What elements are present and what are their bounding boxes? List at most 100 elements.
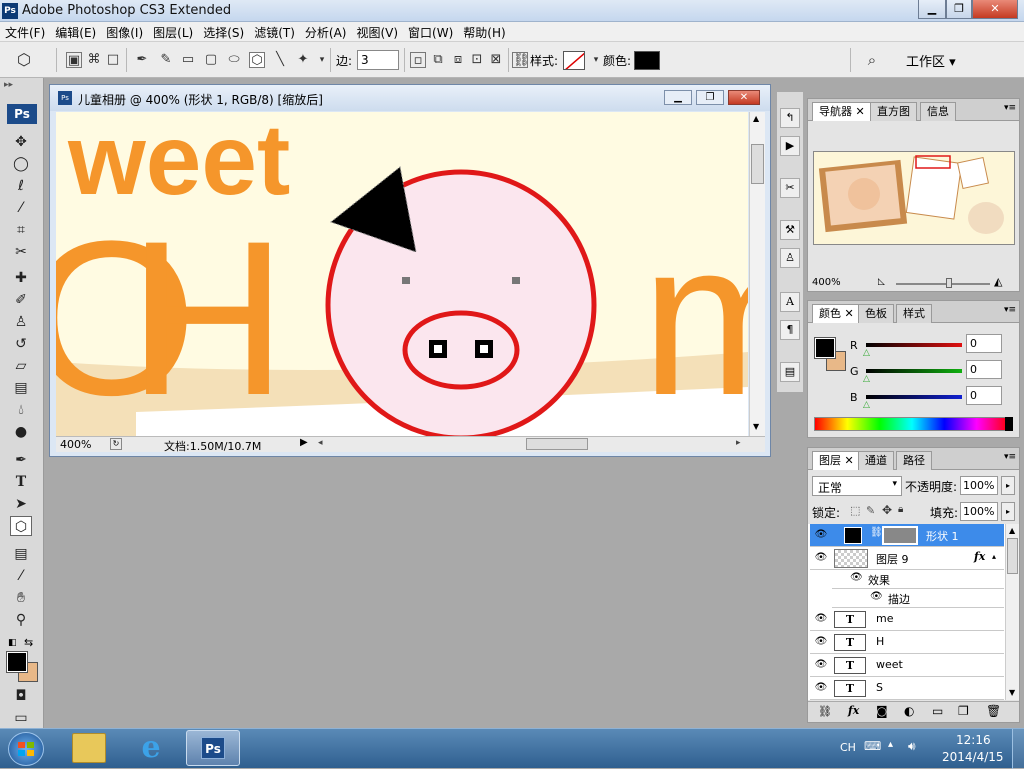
delete-layer-icon[interactable]: 🗑︎: [986, 704, 1001, 718]
path-selection-icon[interactable]: ➤: [10, 494, 32, 514]
menu-select[interactable]: 选择(S): [198, 22, 249, 43]
taskbar-photoshop-button[interactable]: Ps: [186, 730, 240, 766]
navigator-zoom-value[interactable]: 400%: [812, 277, 841, 288]
lock-all-icon[interactable]: 🔒︎: [898, 504, 903, 515]
move-tool-icon[interactable]: ✥: [10, 132, 32, 152]
visibility-eye-icon[interactable]: 👁︎: [814, 529, 828, 541]
blend-mode-select[interactable]: 正常 ▾: [812, 476, 902, 496]
document-title-bar[interactable]: Ps 儿童相册 @ 400% (形状 1, RGB/8) [缩放后] ▁ ❐ ✕: [50, 85, 770, 111]
text-layer-icon[interactable]: T: [834, 680, 866, 697]
layer-row-shape-1[interactable]: 👁︎ ⛓ 形状 1: [810, 524, 1004, 547]
color-panel-foreground-swatch[interactable]: [814, 337, 836, 359]
brushes-panel-icon[interactable]: ⚒: [780, 220, 800, 240]
polygon-shape-icon[interactable]: ⬡: [249, 52, 265, 68]
marquee-tool-icon[interactable]: ◯: [10, 154, 32, 174]
actions-panel-icon[interactable]: ▶: [780, 136, 800, 156]
blur-tool-icon[interactable]: 💧︎: [10, 400, 32, 420]
lock-position-icon[interactable]: ✥: [882, 503, 892, 517]
menu-filter[interactable]: 滤镜(T): [249, 22, 300, 43]
layer-effects-fx-icon[interactable]: fx: [974, 550, 985, 563]
layer-name[interactable]: me: [876, 612, 893, 625]
internet-explorer-icon[interactable]: e: [134, 731, 168, 765]
red-slider-thumb-icon[interactable]: △: [863, 348, 870, 358]
create-new-shape-icon[interactable]: ▫: [410, 52, 426, 68]
layer-row-me[interactable]: 👁︎ T me: [810, 608, 1004, 631]
visibility-eye-icon[interactable]: 👁︎: [814, 552, 828, 564]
intersect-shape-icon[interactable]: ⊡: [469, 52, 485, 68]
menu-help[interactable]: 帮助(H): [458, 22, 510, 43]
freeform-pen-icon[interactable]: ✎: [158, 52, 174, 68]
paths-icon[interactable]: ⌘: [86, 52, 102, 68]
add-shape-icon[interactable]: ⧉: [430, 52, 446, 68]
sides-input[interactable]: [357, 50, 399, 70]
layers-scrollbar[interactable]: ▲ ▼: [1005, 524, 1019, 700]
tray-expand-icon[interactable]: ▴: [888, 739, 893, 750]
panel-menu-icon[interactable]: ▾≡: [1004, 103, 1016, 113]
bridge-icon[interactable]: ⌕: [864, 52, 880, 68]
eyedropper-tool-icon[interactable]: ⁄: [10, 566, 32, 586]
layer-row-s[interactable]: 👁︎ T S: [810, 677, 1004, 700]
new-group-icon[interactable]: ▭: [932, 704, 943, 718]
menu-layer[interactable]: 图层(L): [148, 22, 198, 43]
rounded-rectangle-icon[interactable]: ▢: [203, 52, 219, 68]
polygon-tool-preset-icon[interactable]: ⬡: [16, 52, 32, 68]
quick-mask-icon[interactable]: ◘: [10, 686, 32, 706]
green-slider-thumb-icon[interactable]: △: [863, 374, 870, 384]
stroke-eye-icon[interactable]: 👁︎: [870, 591, 883, 602]
layer-effects-group[interactable]: 👁︎ 效果: [832, 570, 1004, 589]
layer-name[interactable]: 图层 9: [876, 551, 909, 567]
slice-tool-icon[interactable]: ✂: [10, 242, 32, 262]
layer-thumb[interactable]: [834, 549, 868, 568]
zoom-level[interactable]: 400%: [60, 438, 91, 451]
tab-swatches[interactable]: 色板: [858, 304, 894, 323]
layers-scroll-up-icon[interactable]: ▲: [1009, 526, 1015, 535]
layer-name[interactable]: 形状 1: [926, 528, 959, 544]
clock-time[interactable]: 12:16: [956, 733, 991, 747]
eraser-tool-icon[interactable]: ▱: [10, 356, 32, 376]
shape-tool-icon[interactable]: ⬡: [10, 516, 32, 536]
shape-layers-icon[interactable]: ▣: [66, 52, 82, 68]
crop-tool-icon[interactable]: ⌗: [10, 220, 32, 240]
menu-window[interactable]: 窗口(W): [403, 22, 458, 43]
zoom-in-icon[interactable]: ◭: [994, 275, 1002, 288]
doc-minimize-button[interactable]: ▁: [664, 90, 692, 105]
tab-paths[interactable]: 路径: [896, 451, 932, 470]
status-menu-arrow-icon[interactable]: ▶: [300, 437, 308, 448]
magic-wand-icon[interactable]: ⁄: [10, 198, 32, 218]
tab-navigator[interactable]: 导航器 ✕: [812, 102, 872, 121]
tab-channels[interactable]: 通道: [858, 451, 894, 470]
foreground-color-swatch[interactable]: [6, 651, 28, 673]
pen-tool-icon[interactable]: ✒: [10, 450, 32, 470]
exclude-shape-icon[interactable]: ⊠: [488, 52, 504, 68]
ellipse-shape-icon[interactable]: ⬭: [226, 52, 242, 68]
layer-comps-icon[interactable]: ▤: [780, 362, 800, 382]
red-slider[interactable]: [866, 343, 962, 347]
effects-eye-icon[interactable]: 👁︎: [850, 572, 863, 583]
visibility-eye-icon[interactable]: 👁︎: [814, 636, 828, 648]
menu-image[interactable]: 图像(I): [101, 22, 148, 43]
history-panel-icon[interactable]: ↰: [780, 108, 800, 128]
input-language[interactable]: CH: [840, 741, 856, 754]
default-colors-icon[interactable]: ◧: [8, 638, 17, 648]
tab-color[interactable]: 颜色 ✕: [812, 304, 861, 323]
scroll-right-icon[interactable]: ▸: [736, 438, 741, 448]
blue-slider[interactable]: [866, 395, 962, 399]
visibility-eye-icon[interactable]: 👁︎: [814, 659, 828, 671]
layer-name[interactable]: S: [876, 681, 883, 694]
text-layer-icon[interactable]: T: [834, 657, 866, 674]
gradient-tool-icon[interactable]: ▤: [10, 378, 32, 398]
color-swatch[interactable]: [634, 51, 660, 70]
healing-brush-icon[interactable]: ✚: [10, 268, 32, 288]
hand-tool-icon[interactable]: ✋︎: [10, 588, 32, 608]
layer-link-icon[interactable]: ⛓: [870, 527, 883, 538]
add-mask-icon[interactable]: ◙: [876, 704, 888, 718]
link-layers-icon[interactable]: ⛓: [818, 705, 832, 718]
clone-stamp-icon[interactable]: ♙: [10, 312, 32, 332]
panel-menu-icon[interactable]: ▾≡: [1004, 452, 1016, 462]
dodge-tool-icon[interactable]: ●: [10, 422, 32, 442]
tool-presets-icon[interactable]: ✂: [780, 178, 800, 198]
vertical-scroll-thumb[interactable]: [751, 144, 764, 184]
document-vertical-scrollbar[interactable]: ▲ ▼: [749, 112, 765, 436]
swap-colors-icon[interactable]: ⇆: [24, 636, 33, 649]
horizontal-scroll-thumb[interactable]: [526, 438, 588, 450]
